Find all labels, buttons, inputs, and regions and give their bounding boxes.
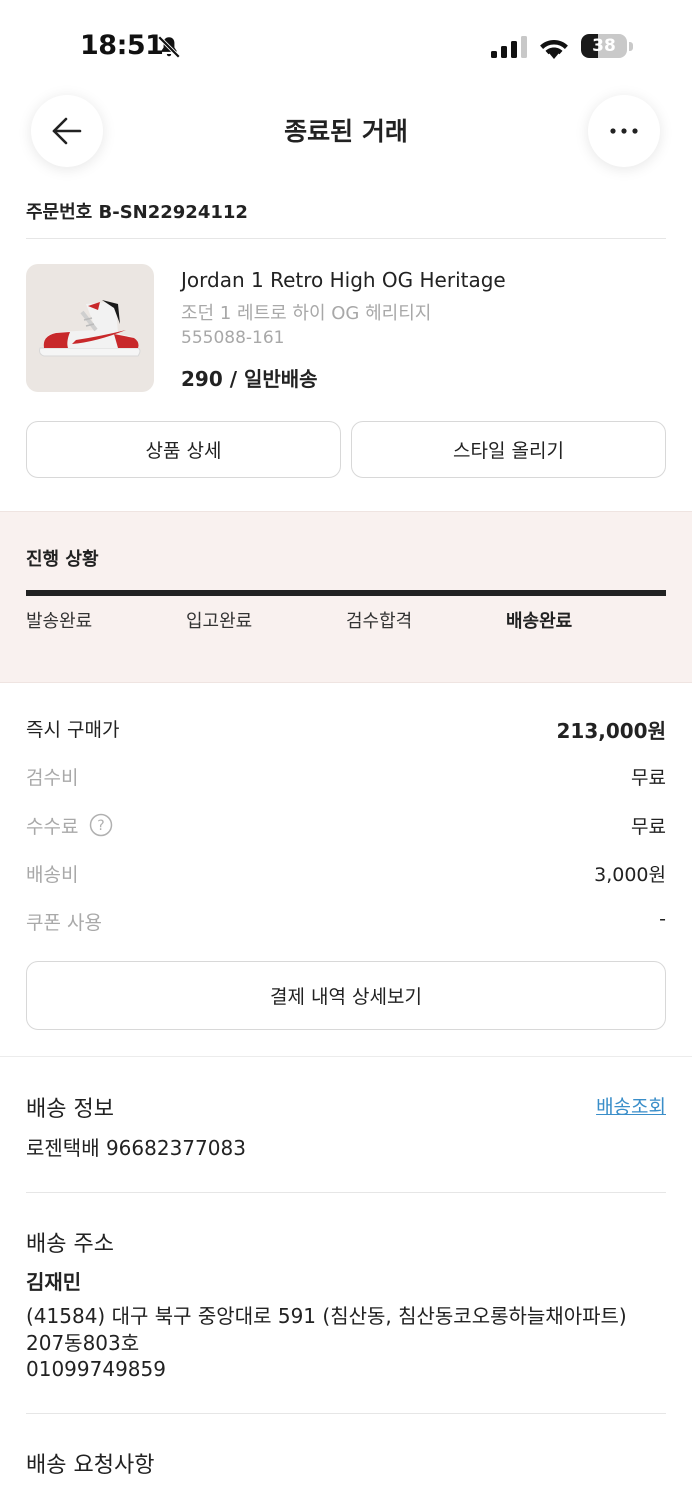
instant-price-label: 즉시 구매가 xyxy=(26,719,120,741)
step-warehoused: 입고완료 xyxy=(186,611,253,632)
product-detail-button[interactable]: 상품 상세 xyxy=(26,421,341,478)
bell-off-icon xyxy=(157,35,181,59)
step-delivered: 배송완료 xyxy=(506,611,573,632)
coupon-value: - xyxy=(659,908,666,930)
progress-bar xyxy=(26,590,666,596)
divider xyxy=(26,1192,666,1193)
progress-title: 진행 상황 xyxy=(26,549,99,570)
progress-fill xyxy=(26,590,666,596)
section-divider xyxy=(0,1056,692,1057)
more-horizontal-icon xyxy=(610,128,638,134)
cellular-signal-icon xyxy=(491,36,527,58)
step-inspection-passed: 검수합격 xyxy=(346,611,413,632)
courier-tracking-number: 로젠택배 96682377083 xyxy=(26,1136,246,1160)
step-shipped: 발송완료 xyxy=(26,611,93,632)
divider xyxy=(26,238,666,239)
help-icon[interactable]: ? xyxy=(89,813,113,837)
shipping-address-heading: 배송 주소 xyxy=(26,1232,114,1257)
shipping-info-heading: 배송 정보 xyxy=(26,1097,114,1122)
product-image[interactable] xyxy=(26,264,154,392)
sneaker-image xyxy=(39,300,141,357)
recipient-name: 김재민 xyxy=(26,1270,82,1294)
battery-indicator: 38 xyxy=(581,34,633,60)
inspection-fee-label: 검수비 xyxy=(26,767,79,789)
recipient-phone: 01099749859 xyxy=(26,1357,166,1381)
status-bar: 18:51 38 xyxy=(0,0,692,92)
commission-value: 무료 xyxy=(631,816,666,838)
payment-detail-button[interactable]: 결제 내역 상세보기 xyxy=(26,961,666,1030)
delivery-request-heading: 배송 요청사항 xyxy=(26,1453,155,1478)
product-name-ko: 조던 1 레트로 하이 OG 헤리티지 xyxy=(181,303,432,324)
status-time: 18:51 xyxy=(80,30,164,61)
product-option: 290 / 일반배송 xyxy=(181,367,318,391)
battery-percent: 38 xyxy=(592,36,616,56)
progress-section: 진행 상황 발송완료 입고완료 검수합격 배송완료 xyxy=(0,511,692,683)
product-name-en: Jordan 1 Retro High OG Heritage xyxy=(181,268,506,292)
inspection-fee-value: 무료 xyxy=(631,767,666,789)
shipping-fee-label: 배송비 xyxy=(26,864,79,886)
product-code: 555088-161 xyxy=(181,328,285,348)
track-shipment-link[interactable]: 배송조회 xyxy=(596,1092,666,1119)
divider xyxy=(26,1413,666,1414)
instant-price-value: 213,000원 xyxy=(556,719,667,743)
order-number: 주문번호 B-SN22924112 xyxy=(26,202,248,223)
svg-text:?: ? xyxy=(97,818,104,834)
wifi-icon xyxy=(540,40,568,59)
upload-style-button[interactable]: 스타일 올리기 xyxy=(351,421,666,478)
shipping-fee-value: 3,000원 xyxy=(594,864,666,886)
address-line-2: 207동803호 xyxy=(26,1331,140,1355)
more-options-button[interactable] xyxy=(588,95,660,167)
address-line-1: (41584) 대구 북구 중앙대로 591 (침산동, 침산동코오롱하늘채아파… xyxy=(26,1304,627,1328)
coupon-label: 쿠폰 사용 xyxy=(26,912,102,934)
commission-label: 수수료 xyxy=(26,816,79,838)
